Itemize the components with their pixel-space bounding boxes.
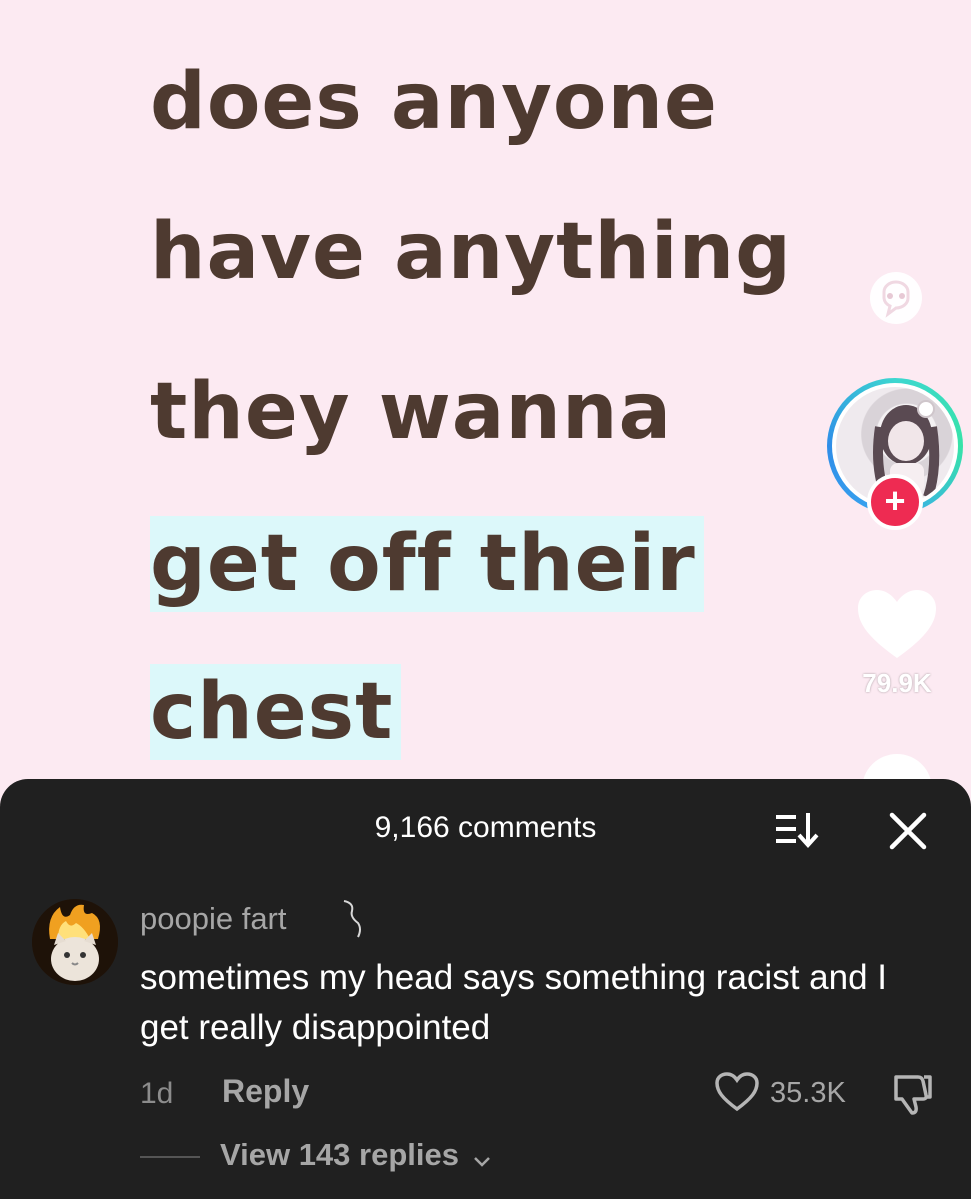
comment-age: 1d: [140, 1077, 174, 1110]
commenter-avatar[interactable]: [32, 899, 118, 985]
heart-icon[interactable]: [856, 588, 938, 662]
comment-like-count: 35.3K: [770, 1077, 846, 1109]
caption-line-4: get off their: [150, 516, 704, 612]
chat-bubble-icon[interactable]: [866, 268, 926, 328]
like-count: 79.9K: [862, 668, 932, 698]
caption-line-2: have anything: [150, 207, 792, 297]
comment-username[interactable]: poopie fart: [140, 901, 287, 937]
caption-line-3: they wanna: [150, 367, 673, 457]
view-replies-label: View 143 replies: [220, 1137, 459, 1172]
comments-count-title: 9,166 comments: [374, 811, 597, 844]
chevron-down-icon: [470, 1145, 494, 1169]
comments-sheet: 9,166 comments poopie fart sometimes my …: [0, 779, 971, 1199]
sort-icon[interactable]: [774, 809, 820, 849]
follow-plus-icon[interactable]: +: [867, 474, 923, 530]
dislike-icon[interactable]: [888, 1071, 934, 1117]
view-replies-button[interactable]: View 143 replies: [220, 1137, 494, 1173]
squiggle-icon: [338, 897, 368, 941]
video-area[interactable]: does anyone have anything they wanna get…: [0, 0, 971, 800]
comment-heart-icon[interactable]: [714, 1071, 760, 1113]
replies-divider: [140, 1156, 200, 1158]
reply-button[interactable]: Reply: [222, 1073, 309, 1110]
caption-line-1: does anyone: [150, 57, 718, 147]
close-icon[interactable]: [886, 809, 930, 853]
comment-text: sometimes my head says something racist …: [140, 958, 887, 1047]
caption-line-5: chest: [150, 664, 402, 760]
